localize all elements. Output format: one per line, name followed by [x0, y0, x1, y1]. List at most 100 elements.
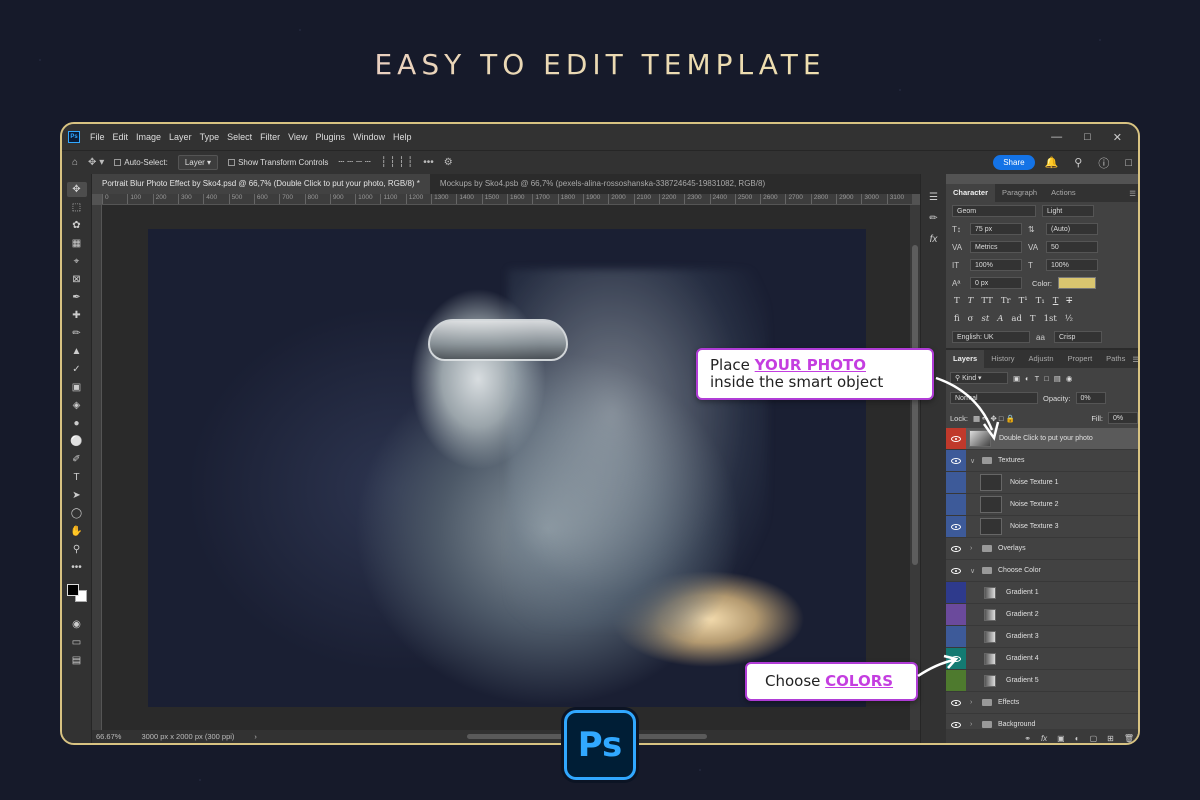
font-size-field[interactable]: 75 px — [970, 223, 1022, 235]
panel-menu-icon[interactable]: ☰ — [1129, 189, 1136, 198]
eyedropper-icon[interactable]: ✒ — [67, 290, 87, 305]
distribute-icons[interactable]: ┆ ┆ ┆ ┆ — [381, 157, 413, 168]
visibility-eye-icon[interactable] — [946, 538, 966, 559]
layer-row[interactable]: Noise Texture 1 — [946, 472, 1138, 494]
font-style-dropdown[interactable]: Light — [1042, 205, 1094, 217]
settings-gear-icon[interactable]: ⚙ — [444, 157, 453, 168]
vertical-scale-field[interactable]: 100% — [970, 259, 1022, 271]
pen-tool-icon[interactable]: ✐ — [67, 452, 87, 467]
antialias-dropdown[interactable]: Crisp — [1054, 331, 1102, 343]
more-tools-icon[interactable]: ••• — [67, 560, 87, 575]
auto-select-target-dropdown[interactable]: Layer ▾ — [177, 155, 219, 170]
tab-adjustments[interactable]: Adjustn — [1022, 350, 1061, 368]
expand-chevron-icon[interactable]: › — [970, 721, 978, 728]
language-dropdown[interactable]: English: UK — [952, 331, 1030, 343]
object-select-icon[interactable]: ▦ — [67, 236, 87, 251]
lasso-tool-icon[interactable]: ✿ — [67, 218, 87, 233]
vertical-scroll-thumb[interactable] — [912, 245, 918, 565]
quick-mask-icon[interactable]: ◉ — [67, 617, 87, 632]
frame-tool-icon[interactable]: ⊠ — [67, 272, 87, 287]
layer-row[interactable]: › Overlays — [946, 538, 1138, 560]
layer-row[interactable]: Gradient 4 — [946, 648, 1138, 670]
tab-paths[interactable]: Paths — [1099, 350, 1132, 368]
zoom-level[interactable]: 66.67% — [96, 732, 121, 741]
export-icon[interactable]: ▤ — [67, 653, 87, 668]
shape-tool-icon[interactable]: ◯ — [67, 506, 87, 521]
help-icon[interactable]: ⓘ — [1098, 155, 1109, 171]
expand-chevron-icon[interactable]: ∨ — [970, 457, 978, 465]
visibility-eye-icon[interactable] — [946, 560, 966, 581]
blur-tool-icon[interactable]: ● — [67, 416, 87, 431]
opacity-field[interactable]: 0% — [1075, 392, 1106, 404]
expand-chevron-icon[interactable]: › — [970, 699, 978, 706]
layer-row[interactable]: › Effects — [946, 692, 1138, 714]
filter-smart-icon[interactable]: ▤ — [1054, 374, 1061, 383]
menu-image[interactable]: Image — [136, 132, 161, 142]
foreground-color[interactable] — [66, 584, 79, 596]
visibility-eye-icon[interactable] — [946, 450, 966, 471]
minimize-icon[interactable]: — — [1051, 131, 1062, 144]
maximize-icon[interactable]: □ — [1084, 131, 1091, 144]
new-group-icon[interactable]: ▢ — [1090, 734, 1098, 743]
tab-portrait-blur[interactable]: Portrait Blur Photo Effect by Sko4.psd @… — [92, 174, 430, 194]
tracking-field[interactable]: 50 — [1046, 241, 1098, 253]
close-icon[interactable]: ✕ — [1113, 131, 1122, 144]
marquee-tool-icon[interactable]: ⬚ — [67, 200, 87, 215]
paint-bucket-icon[interactable]: ◈ — [67, 398, 87, 413]
kerning-field[interactable]: Metrics — [970, 241, 1022, 253]
menu-view[interactable]: View — [288, 132, 307, 142]
menu-layer[interactable]: Layer — [169, 132, 192, 142]
menu-help[interactable]: Help — [393, 132, 412, 142]
workspace-icon[interactable]: □ — [1125, 157, 1132, 169]
fx-icon[interactable]: fx — [930, 234, 938, 245]
text-color-swatch[interactable] — [1058, 277, 1097, 289]
menu-select[interactable]: Select — [227, 132, 252, 142]
status-arrow-icon[interactable]: › — [254, 732, 257, 741]
tab-properties[interactable]: Propert — [1061, 350, 1100, 368]
search-icon[interactable]: ⚲ — [1074, 156, 1082, 169]
document-photo[interactable] — [148, 229, 866, 707]
layer-row[interactable]: Noise Texture 2 — [946, 494, 1138, 516]
layers-menu-icon[interactable]: ☰ — [1132, 355, 1138, 364]
transform-controls-checkbox[interactable]: Show Transform Controls — [228, 158, 328, 167]
path-select-icon[interactable]: ➤ — [67, 488, 87, 503]
dodge-tool-icon[interactable]: ⚪ — [67, 434, 87, 449]
visibility-eye-icon[interactable] — [946, 604, 966, 625]
properties-icon[interactable]: ☰ — [929, 192, 938, 203]
menu-plugins[interactable]: Plugins — [315, 132, 345, 142]
text-style-buttons[interactable]: T T TT Tr T¹ T₁ T T — [946, 292, 1138, 310]
auto-select-checkbox[interactable]: Auto-Select: — [114, 158, 168, 167]
menu-window[interactable]: Window — [353, 132, 385, 142]
filter-toggle-icon[interactable]: ◉ — [1066, 374, 1073, 383]
share-button[interactable]: Share — [993, 155, 1035, 170]
visibility-eye-icon[interactable] — [946, 516, 966, 537]
visibility-eye-icon[interactable] — [946, 494, 966, 515]
layer-row[interactable]: ∨ Choose Color — [946, 560, 1138, 582]
hand-tool-icon[interactable]: ✋ — [67, 524, 87, 539]
stamp-tool-icon[interactable]: ▲ — [67, 344, 87, 359]
menu-type[interactable]: Type — [200, 132, 220, 142]
canvas-area[interactable] — [102, 205, 910, 736]
screen-mode-icon[interactable]: ▭ — [67, 635, 87, 650]
eraser-icon[interactable]: ▣ — [67, 380, 87, 395]
visibility-eye-icon[interactable] — [946, 626, 966, 647]
brush-tool-icon[interactable]: ✏ — [67, 326, 87, 341]
color-swatches[interactable] — [66, 584, 87, 602]
tab-character[interactable]: Character — [946, 184, 996, 202]
menu-filter[interactable]: Filter — [260, 132, 280, 142]
new-layer-icon[interactable]: ⊞ — [1107, 734, 1114, 743]
baseline-shift-field[interactable]: 0 px — [970, 277, 1022, 289]
menu-file[interactable]: File — [90, 132, 105, 142]
layer-row[interactable]: Gradient 1 — [946, 582, 1138, 604]
horizontal-scale-field[interactable]: 100% — [1046, 259, 1098, 271]
tab-history[interactable]: History — [984, 350, 1021, 368]
move-tool-icon[interactable]: ✥ — [66, 182, 87, 197]
visibility-eye-icon[interactable] — [946, 472, 966, 493]
link-layers-icon[interactable]: ⚭ — [1024, 734, 1031, 743]
layer-row[interactable]: Gradient 5 — [946, 670, 1138, 692]
layer-row[interactable]: Gradient 3 — [946, 626, 1138, 648]
layer-row[interactable]: ∨ Textures — [946, 450, 1138, 472]
add-mask-icon[interactable]: ▣ — [1057, 734, 1065, 743]
expand-chevron-icon[interactable]: › — [970, 545, 978, 552]
notifications-icon[interactable]: 🔔 — [1045, 156, 1059, 169]
